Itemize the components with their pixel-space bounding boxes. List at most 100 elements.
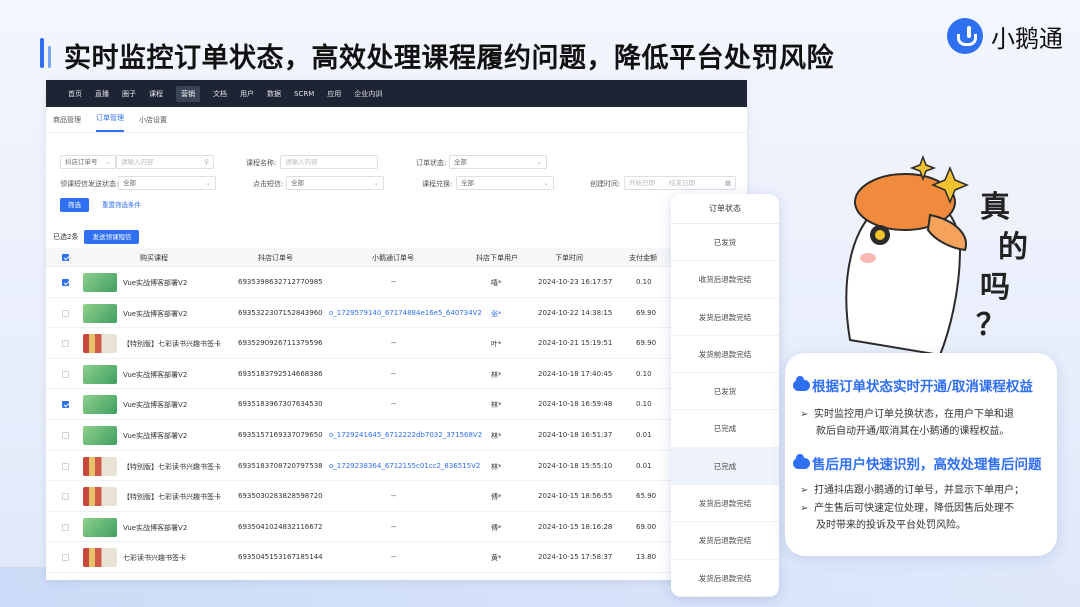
status-cell: 发货后退款完结 <box>671 299 779 336</box>
nav-item[interactable]: 圈子 <box>122 89 136 99</box>
col-user: 抖店下单用户 <box>476 254 518 262</box>
nav-item[interactable]: 用户 <box>240 89 254 99</box>
redeem-select[interactable]: 全部 ⌄ <box>456 176 554 190</box>
course-name-input[interactable]: 请输入内容 <box>280 155 378 169</box>
nav-item[interactable]: 应用 <box>327 89 341 99</box>
xe-order-number[interactable]: o_1729238364_6712155c01cc2_836515V2 <box>329 462 480 470</box>
table-row[interactable]: 【特别版】七彩读书兴趣书签卡 6935030283828598720 -- 傅* 202… <box>46 481 747 512</box>
row-checkbox[interactable] <box>62 340 69 348</box>
xe-order-number[interactable]: o_1729241645_6712222db7032_371568V2 <box>329 431 482 439</box>
table-row[interactable]: 【特别版】七彩读书兴趣书签卡 6935183708720797538 o_17292… <box>46 451 747 482</box>
tab[interactable]: 商品管理 <box>53 115 81 132</box>
nav-item[interactable]: SCRM <box>294 90 314 98</box>
sms-status-label: 领课短信发送状态: <box>60 180 119 188</box>
order-user: 林* <box>491 432 502 440</box>
row-checkbox[interactable] <box>62 554 69 562</box>
click-sms-select[interactable]: 全部 ⌄ <box>286 176 384 190</box>
feature-title-1-text: 根据订单状态实时开通/取消课程权益 <box>812 379 1033 395</box>
status-cell: 已完成 <box>671 410 779 448</box>
order-user: 傅* <box>491 523 502 532</box>
calendar-icon: ▦ <box>724 179 731 187</box>
col-dy-order: 抖店订单号 <box>258 254 293 262</box>
order-user: 嘻* <box>491 279 502 287</box>
order-status-column-card: 订单状态 已发货 收货后退款完结 发货后退款完结 发货前退款完结 已发货 已完成 已完成 发货… <box>671 194 779 597</box>
course-thumbnail <box>83 273 117 292</box>
course-thumbnail <box>83 426 117 445</box>
course-thumbnail <box>83 303 117 323</box>
table-row[interactable]: Vue实战博客部署V2 6935183967307634530 -- 林* 2024-1… <box>46 389 747 420</box>
send-sms-button[interactable]: 发送领课短信 <box>84 230 140 244</box>
col-course: 购买课程 <box>140 254 168 262</box>
course-thumbnail <box>83 456 117 476</box>
course-name: Vue实战博客部署V2 <box>123 523 188 532</box>
order-time: 2024-10-21 15:19:51 <box>538 339 613 348</box>
pay-amount: 69.00 <box>636 522 657 531</box>
page-headline: 实时监控订单状态，高效处理课程履约问题，降低平台处罚风险 <box>64 43 834 74</box>
tab[interactable]: 小店设置 <box>139 115 167 132</box>
select-all-checkbox[interactable] <box>62 254 69 261</box>
nav-item[interactable]: 课程 <box>149 89 163 99</box>
order-time: 2024-10-18 17:40:45 <box>538 369 613 378</box>
row-checkbox[interactable] <box>62 401 69 409</box>
row-checkbox[interactable] <box>62 279 69 286</box>
status-cell: 收货后退款完结 <box>671 261 779 299</box>
xe-order-number: -- <box>391 492 397 501</box>
nav-item[interactable]: 文档 <box>213 89 227 99</box>
feature-title-1: 根据订单状态实时开通/取消课程权益 <box>793 375 1033 395</box>
row-checkbox[interactable] <box>62 462 69 470</box>
logo-icon <box>947 18 983 54</box>
table-header: 购买课程 抖店订单号 小鹅通订单号 抖店下单用户 下单时间 支付金额 <box>46 248 747 267</box>
order-type-select[interactable]: 抖店订单号 ⌄ <box>60 155 116 169</box>
row-checkbox[interactable] <box>62 432 69 439</box>
table-row[interactable]: Vue实战博客部署V2 6935322307152843960 o_17295791… <box>46 298 747 329</box>
filter-button[interactable]: 筛选 <box>60 198 89 212</box>
order-status-select[interactable]: 全部 ⌄ <box>449 155 547 169</box>
mascot-svg <box>845 154 969 357</box>
nav-item[interactable]: 首页 <box>68 89 82 99</box>
status-cell: 发货后退款完结 <box>671 522 779 560</box>
search-input[interactable]: 请输入内容 ⚲ <box>116 155 214 169</box>
pay-amount: 0.01 <box>636 461 652 470</box>
top-nav: 首页 直播 圈子 课程 营销 文档 用户 数据 SCRM 应用 企业内训 <box>46 80 747 107</box>
table-row[interactable]: Vue实战博客部署V2 6935157169337079650 o_17292416… <box>46 420 747 451</box>
col-xe-order: 小鹅通订单号 <box>372 254 414 262</box>
course-thumbnail <box>83 517 117 537</box>
end-date-placeholder: 结束日期 <box>669 179 695 187</box>
status-cell: 发货后退款完结 <box>671 485 779 523</box>
feature-bullet-2: ➢ 打通抖店跟小鹅通的订单号，并显示下单用户； <box>800 483 1024 500</box>
table-row[interactable]: 七彩读书兴趣书签卡 6935045153167185144 -- 黄* 2024-10-… <box>46 542 747 573</box>
table-row[interactable]: Vue实战博客部署V2 6935398632712770985 -- 嘻* 2024-1… <box>46 267 747 298</box>
sms-status-select[interactable]: 全部 ⌄ <box>118 176 216 190</box>
mascot-text-1: 真 <box>980 190 1010 225</box>
reset-filters-link[interactable]: 重置筛选条件 <box>102 198 141 212</box>
nav-item[interactable]: 营销 <box>176 85 200 102</box>
bullet-2-text: 打通抖店跟小鹅通的订单号，并显示下单用户； <box>814 485 1024 496</box>
table-row[interactable]: 【特别版】七彩读书兴趣书签卡 6935290926711379596 -- 叶* 202… <box>46 328 747 359</box>
status-column-header: 订单状态 <box>671 194 779 224</box>
course-thumbnail <box>83 364 117 384</box>
order-status-value: 全部 <box>454 158 467 166</box>
selection-bar: 已选2条 发送领课短信 <box>53 230 140 244</box>
row-checkbox[interactable] <box>62 309 69 317</box>
tab[interactable]: 订单管理 <box>96 113 124 132</box>
row-checkbox[interactable] <box>62 493 69 501</box>
nav-item[interactable]: 直播 <box>95 89 109 99</box>
xe-order-number: -- <box>391 522 397 531</box>
row-checkbox[interactable] <box>62 370 69 378</box>
pay-amount: 0.10 <box>636 400 652 409</box>
table-row[interactable]: Vue实战博客部署V2 6935183792514668386 -- 林* 2024-1… <box>46 359 747 390</box>
table-row[interactable]: Vue实战博客部署V2 6935041024832116672 -- 傅* 2024-1… <box>46 512 747 543</box>
headline-accent-bar <box>40 38 44 68</box>
feature-card: 根据订单状态实时开通/取消课程权益 ➢ 实时监控用户订单兑换状态，在用户下单和退款… <box>785 353 1057 556</box>
row-checkbox[interactable] <box>62 523 69 531</box>
nav-item[interactable]: 企业内训 <box>354 89 382 99</box>
headline-accent-bar-small <box>48 46 51 68</box>
feature-title-2-text: 售后用户快速识别，高效处理售后问题 <box>812 457 1042 473</box>
nav-item[interactable]: 数据 <box>267 89 281 99</box>
date-range-picker[interactable]: 开始日期 结束日期 ▦ <box>624 176 736 190</box>
search-placeholder: 请输入内容 <box>121 158 154 166</box>
xe-order-number[interactable]: o_1729579140_67174884e16e5_640734V2 <box>329 309 482 317</box>
chevron-down-icon: ⌄ <box>105 158 111 166</box>
course-name-placeholder: 请输入内容 <box>285 158 318 166</box>
logo-text: 小鹅通 <box>991 24 1063 53</box>
